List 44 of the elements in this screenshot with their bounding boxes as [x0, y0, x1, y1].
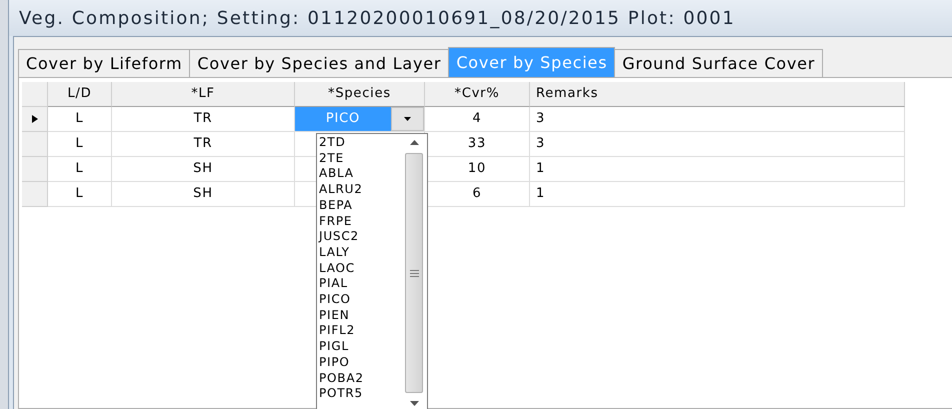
row-header — [22, 82, 48, 107]
table-cell: 1 — [530, 182, 905, 207]
table-cell: TR — [112, 107, 295, 132]
scroll-down-icon[interactable] — [410, 401, 418, 406]
dropdown-item[interactable]: PICO — [319, 292, 405, 308]
column-header[interactable]: *Cvr% — [425, 82, 530, 107]
grip-icon — [410, 270, 418, 276]
table-cell: L — [48, 182, 112, 207]
column-header[interactable]: Remarks — [530, 82, 905, 107]
table-cell: L — [48, 132, 112, 157]
tab[interactable]: Ground Surface Cover — [614, 49, 824, 77]
table-cell: L — [48, 157, 112, 182]
dropdown-item[interactable]: LAOC — [319, 260, 405, 276]
window-title: Veg. Composition; Setting: 01120200010691_08/20/2015 Plot: 0001 — [19, 8, 736, 28]
tab[interactable]: Cover by Lifeform — [18, 49, 190, 77]
dropdown-item[interactable]: 2TD — [319, 135, 405, 151]
dropdown-item[interactable]: FRPE — [319, 214, 405, 230]
dropdown-item[interactable]: BEPA — [319, 198, 405, 214]
table-cell: 4 — [425, 107, 530, 132]
table-cell: L — [48, 107, 112, 132]
dropdown-item[interactable]: PIFL2 — [319, 323, 405, 340]
column-header[interactable]: *Species — [295, 82, 425, 107]
table-cell: TR — [112, 132, 295, 157]
dropdown-item[interactable]: JUSC2 — [319, 229, 405, 245]
dropdown-item[interactable]: PIAL — [319, 276, 405, 292]
dropdown-item[interactable]: PIEN — [319, 308, 405, 324]
dropdown-item[interactable]: ALRU2 — [319, 182, 405, 198]
scroll-up-icon[interactable] — [410, 140, 418, 145]
dropdown-item[interactable]: 2TE — [319, 150, 405, 166]
dropdown-item[interactable]: ABLA — [319, 166, 405, 182]
dropdown-item[interactable]: PIPO — [319, 354, 405, 371]
table-cell: SH — [112, 182, 295, 207]
dropdown-item[interactable]: LALY — [319, 244, 405, 261]
dropdown-item[interactable]: POBA2 — [319, 370, 405, 386]
table-cell: SH — [112, 157, 295, 182]
table-cell: 3 — [530, 132, 905, 157]
table-cell: 3 — [530, 107, 905, 132]
dropdown-item[interactable]: PIGL — [319, 339, 405, 355]
column-header[interactable]: *LF — [112, 82, 295, 107]
column-header[interactable]: L/D — [48, 82, 112, 107]
table-cell: 1 — [530, 157, 905, 182]
dropdown-item[interactable]: POTR5 — [319, 386, 405, 402]
row-header[interactable] — [22, 107, 48, 132]
caret-icon — [404, 117, 411, 121]
